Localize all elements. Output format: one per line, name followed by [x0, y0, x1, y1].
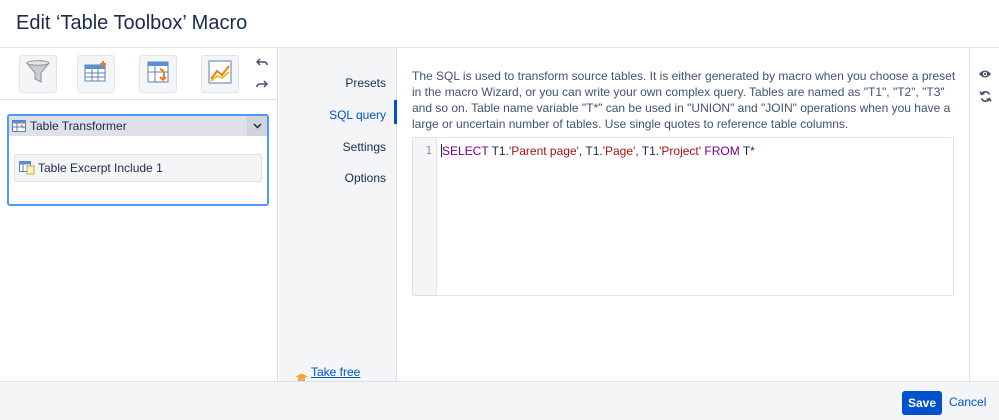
sql-separator: , T1. — [635, 144, 660, 158]
redo-button[interactable] — [254, 78, 270, 92]
table-transformer-icon — [12, 120, 26, 132]
refresh-icon — [978, 90, 992, 108]
eye-icon — [978, 66, 992, 84]
save-button[interactable]: Save — [902, 391, 942, 415]
line-gutter: 1 — [413, 138, 437, 295]
dialog-header: Edit ‘Table Toolbox’ Macro — [0, 0, 999, 48]
filter-funnel-icon — [24, 58, 52, 91]
macro-parent-label: Table Transformer — [30, 119, 127, 133]
refresh-button[interactable] — [977, 91, 993, 107]
chart-button[interactable] — [201, 55, 239, 93]
macro-child-label: Table Excerpt Include 1 — [38, 161, 163, 175]
sql-keyword-select: SELECT — [442, 144, 489, 158]
chevron-down-icon — [252, 121, 262, 132]
table-excerpt-icon — [19, 161, 35, 175]
undo-button[interactable] — [254, 56, 270, 70]
line-number: 1 — [425, 144, 432, 157]
nav-active-indicator — [394, 100, 397, 124]
sql-column-project: 'Project' — [659, 144, 702, 158]
macro-container[interactable]: Table Transformer Table Excerpt Include … — [7, 114, 269, 206]
undo-icon — [255, 56, 268, 71]
right-toolbar — [969, 48, 999, 381]
sql-table-wildcard: T* — [742, 144, 755, 158]
filter-button[interactable] — [19, 55, 57, 93]
settings-nav: Presets SQL query Settings Options Take … — [279, 48, 397, 393]
chart-line-icon — [206, 58, 234, 91]
macro-tree-pane: Table Transformer Table Excerpt Include … — [0, 48, 278, 381]
table-transform-icon — [144, 58, 172, 91]
sql-editor[interactable]: 1 SELECT T1.'Parent page', T1.'Page', T1… — [412, 137, 954, 296]
dialog-footer: Save Cancel — [0, 381, 999, 420]
preview-button[interactable] — [977, 67, 993, 83]
nav-item-presets[interactable]: Presets — [345, 76, 386, 90]
sql-separator: , T1. — [578, 144, 603, 158]
sql-column-page: 'Page' — [602, 144, 636, 158]
nav-item-settings[interactable]: Settings — [343, 140, 386, 154]
transform-table-button[interactable] — [139, 55, 177, 93]
macro-child-item[interactable]: Table Excerpt Include 1 — [14, 154, 262, 182]
redo-icon — [256, 78, 269, 93]
sql-table-ref: T1. — [491, 144, 509, 158]
add-table-button[interactable] — [77, 55, 115, 93]
table-add-icon — [82, 58, 110, 91]
cancel-button[interactable]: Cancel — [949, 395, 986, 409]
sql-query-panel: The SQL is used to transform source tabl… — [398, 48, 968, 381]
macro-parent-header[interactable]: Table Transformer — [9, 116, 267, 136]
nav-item-sql-query[interactable]: SQL query — [329, 108, 386, 122]
sql-column-parent-page: 'Parent page' — [508, 144, 579, 158]
nav-item-options[interactable]: Options — [345, 171, 386, 185]
dialog-title: Edit ‘Table Toolbox’ Macro — [16, 12, 248, 34]
sql-keyword-from: FROM — [704, 144, 740, 158]
macro-toolbar — [0, 48, 278, 100]
collapse-toggle[interactable] — [247, 116, 267, 136]
sql-code-line[interactable]: SELECT T1.'Parent page', T1.'Page', T1.'… — [441, 144, 755, 158]
sql-description: The SQL is used to transform source tabl… — [412, 69, 956, 131]
